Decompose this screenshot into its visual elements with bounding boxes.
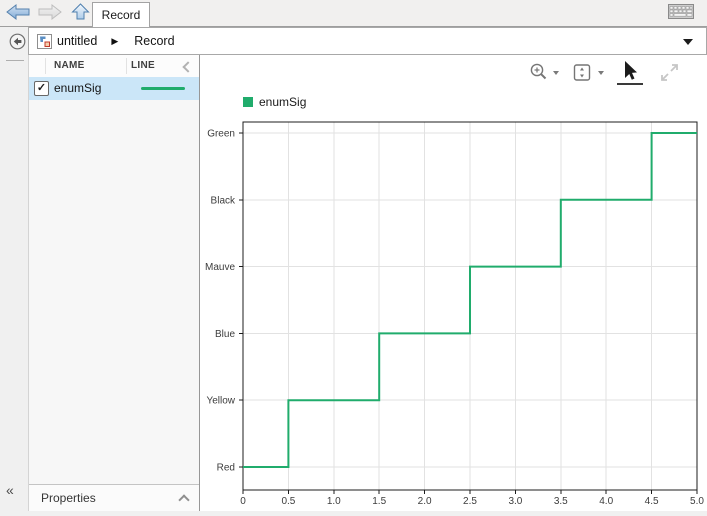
back-button[interactable]	[4, 4, 32, 24]
svg-text:1.0: 1.0	[327, 496, 341, 507]
properties-bar[interactable]: Properties	[29, 484, 199, 512]
chevron-up-icon	[178, 494, 189, 505]
plot-panel: enumSig 00.51.01.52.02.53.03.54.04.55.0R…	[200, 55, 707, 516]
breadcrumb-item-record[interactable]: Record	[134, 34, 174, 48]
column-divider	[45, 58, 46, 74]
svg-text:5.0: 5.0	[690, 496, 704, 507]
svg-text:4.0: 4.0	[599, 496, 613, 507]
svg-text:0: 0	[240, 496, 246, 507]
svg-text:Black: Black	[211, 195, 236, 206]
table-header: NAME LINE	[29, 55, 199, 78]
up-arrow-icon	[70, 2, 91, 26]
column-header-name: NAME	[54, 60, 85, 71]
model-icon	[37, 34, 52, 49]
svg-text:1.5: 1.5	[372, 496, 386, 507]
top-toolbar: Record	[0, 0, 707, 27]
breadcrumb-separator-icon: ▶	[111, 36, 118, 47]
properties-label: Properties	[41, 491, 96, 505]
table-row[interactable]: ✓ enumSig	[29, 77, 199, 100]
signal-line-swatch	[141, 87, 185, 90]
collapse-columns-icon[interactable]	[182, 61, 193, 72]
forward-button[interactable]	[36, 4, 64, 24]
svg-text:Blue: Blue	[215, 329, 235, 340]
tab-record[interactable]: Record	[92, 2, 150, 27]
up-button[interactable]	[66, 4, 94, 24]
signal-checkbox[interactable]: ✓	[34, 81, 49, 96]
forward-arrow-icon	[37, 3, 63, 26]
plot-area[interactable]: 0 0.5 1.0 1.5 2.0 2.5 3.0 3.5 4.0 4.5 5.0 Red Yellow…	[200, 55, 707, 516]
breadcrumb: untitled ▶ Record	[28, 27, 707, 55]
column-header-line: LINE	[131, 60, 155, 71]
window-bottom-strip	[0, 511, 707, 516]
svg-text:Red: Red	[217, 463, 235, 474]
breadcrumb-dropdown-icon[interactable]	[683, 39, 693, 45]
svg-text:2.0: 2.0	[418, 496, 432, 507]
svg-text:Yellow: Yellow	[206, 396, 235, 407]
svg-text:3.5: 3.5	[554, 496, 568, 507]
keyboard-icon	[668, 4, 694, 24]
column-divider	[126, 58, 127, 74]
svg-text:Green: Green	[207, 129, 235, 140]
signal-name: enumSig	[54, 81, 101, 95]
svg-text:0.5: 0.5	[281, 496, 295, 507]
strip-divider	[6, 60, 24, 61]
signals-panel: NAME LINE ✓ enumSig Properties	[28, 55, 200, 516]
svg-text:2.5: 2.5	[463, 496, 477, 507]
keyboard-shortcuts-button[interactable]	[666, 5, 696, 23]
svg-text:3.0: 3.0	[508, 496, 522, 507]
breadcrumb-item-untitled[interactable]: untitled	[57, 34, 97, 48]
back-arrow-icon	[5, 3, 31, 26]
svg-text:Mauve: Mauve	[205, 262, 235, 273]
record-window: Record	[0, 0, 707, 516]
show-navigation-button[interactable]	[9, 33, 26, 50]
collapse-panel-button[interactable]: «	[6, 482, 14, 498]
left-strip: «	[0, 27, 28, 516]
svg-text:4.5: 4.5	[645, 496, 659, 507]
tab-label: Record	[102, 8, 141, 22]
